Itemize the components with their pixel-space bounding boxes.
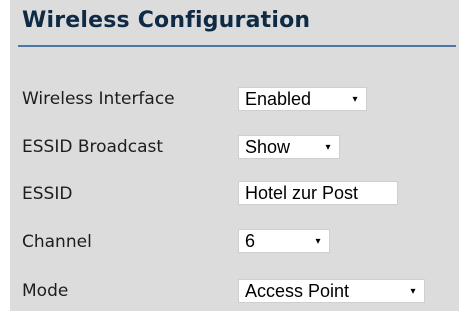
- essid-input[interactable]: Hotel zur Post: [238, 181, 398, 205]
- title-divider: [18, 45, 456, 47]
- wireless-interface-value: Enabled: [245, 88, 312, 109]
- channel-select[interactable]: 6 ▾: [238, 229, 330, 253]
- essid-value: Hotel zur Post: [245, 182, 359, 203]
- essid-label: ESSID: [22, 184, 73, 204]
- mode-select[interactable]: Access Point ▾: [238, 279, 425, 303]
- wireless-interface-select[interactable]: Enabled ▾: [238, 87, 367, 111]
- chevron-down-icon: ▾: [315, 235, 321, 247]
- essid-broadcast-select[interactable]: Show ▾: [238, 135, 340, 159]
- wireless-interface-label: Wireless Interface: [22, 89, 175, 109]
- page-title: Wireless Configuration: [22, 8, 311, 33]
- mode-label: Mode: [22, 281, 69, 301]
- essid-broadcast-value: Show: [245, 136, 291, 157]
- chevron-down-icon: ▾: [352, 93, 358, 105]
- wireless-config-panel: Wireless Configuration Wireless Interfac…: [10, 0, 459, 311]
- channel-label: Channel: [22, 232, 92, 252]
- mode-value: Access Point: [245, 280, 350, 301]
- chevron-down-icon: ▾: [410, 285, 416, 297]
- channel-value: 6: [245, 230, 256, 251]
- essid-broadcast-label: ESSID Broadcast: [22, 137, 164, 157]
- chevron-down-icon: ▾: [325, 141, 331, 153]
